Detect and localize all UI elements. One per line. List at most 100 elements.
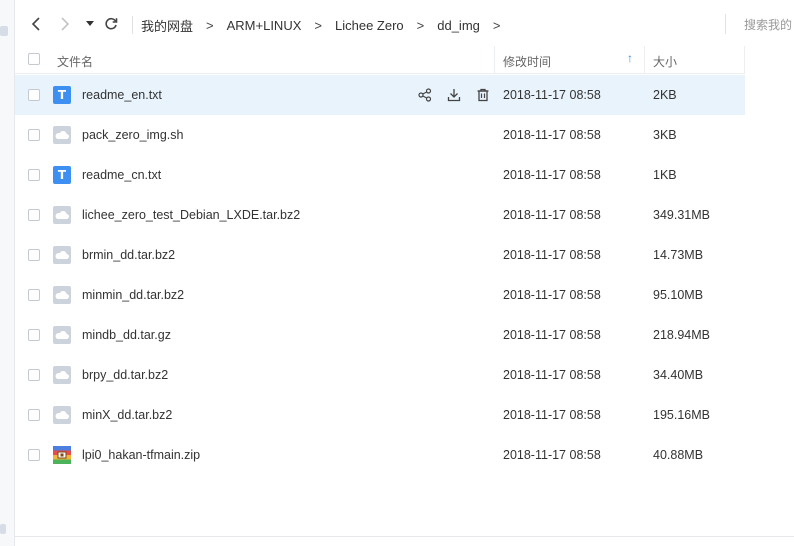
file-row[interactable]: minX_dd.tar.bz2 2018-11-17 08:58 195.16MB [15, 395, 745, 435]
search-placeholder: 搜索我的 [744, 18, 793, 32]
row-checkbox[interactable] [28, 369, 40, 381]
file-row[interactable]: brpy_dd.tar.bz2 2018-11-17 08:58 34.40MB [15, 355, 745, 395]
caret-down-icon [86, 21, 94, 26]
column-header-modified[interactable]: 修改时间 [503, 53, 551, 70]
row-checkbox[interactable] [28, 169, 40, 181]
delete-button[interactable] [473, 86, 493, 104]
file-name[interactable]: pack_zero_img.sh [82, 128, 183, 142]
row-checkbox[interactable] [28, 249, 40, 261]
sidebar-fragment [0, 26, 8, 36]
file-row[interactable]: lichee_zero_test_Debian_LXDE.tar.bz2 2018… [15, 195, 745, 235]
generic-file-icon [53, 366, 71, 384]
file-list: Treadme_en.txt 2018-11-17 08:58 2KB pack_ze… [15, 75, 745, 475]
toolbar-divider [132, 16, 133, 34]
search-input[interactable]: 搜索我的 [725, 14, 794, 34]
file-modified-time: 2018-11-17 08:58 [503, 168, 601, 182]
chevron-left-icon [31, 17, 40, 31]
navigation-bar: 我的网盘 > ARM+LINUX > Lichee Zero > dd_img … [15, 0, 794, 48]
breadcrumb-item-dd-img[interactable]: dd_img [437, 18, 480, 33]
file-name[interactable]: lichee_zero_test_Debian_LXDE.tar.bz2 [82, 208, 300, 222]
file-size: 95.10MB [653, 288, 704, 302]
row-checkbox[interactable] [28, 449, 40, 461]
file-row[interactable]: brmin_dd.tar.bz2 2018-11-17 08:58 14.73MB [15, 235, 745, 275]
file-row[interactable]: lpi0_hakan-tfmain.zip 2018-11-17 08:58 40.… [15, 435, 745, 475]
file-modified-time: 2018-11-17 08:58 [503, 448, 601, 462]
file-size: 40.88MB [653, 448, 704, 462]
back-button[interactable] [26, 14, 46, 34]
file-modified-time: 2018-11-17 08:58 [503, 88, 601, 102]
select-all-checkbox[interactable] [28, 53, 40, 65]
file-modified-time: 2018-11-17 08:58 [503, 328, 601, 342]
file-size: 34.40MB [653, 368, 704, 382]
breadcrumb-separator: > [206, 17, 214, 33]
breadcrumb-item-lichee-zero[interactable]: Lichee Zero [335, 18, 404, 33]
file-size: 1KB [653, 168, 677, 182]
file-modified-time: 2018-11-17 08:58 [503, 208, 601, 222]
row-checkbox[interactable] [28, 329, 40, 341]
breadcrumb-separator: > [416, 17, 425, 33]
file-table-header: 文件名 修改时间 ↑ 大小 [15, 46, 794, 74]
generic-file-icon [53, 326, 71, 344]
file-modified-time: 2018-11-17 08:58 [503, 248, 601, 262]
column-header-size[interactable]: 大小 [653, 53, 677, 70]
left-sidebar-edge [0, 0, 15, 546]
file-row[interactable]: minmin_dd.tar.bz2 2018-11-17 08:58 95.10MB [15, 275, 745, 315]
generic-file-icon [53, 246, 71, 264]
file-name[interactable]: readme_en.txt [82, 88, 162, 102]
row-checkbox[interactable] [28, 409, 40, 421]
share-icon [418, 88, 432, 102]
breadcrumb: 我的网盘 > ARM+LINUX > Lichee Zero > dd_img … [141, 16, 513, 34]
breadcrumb-item-arm-linux[interactable]: ARM+LINUX [227, 18, 302, 33]
row-checkbox[interactable] [28, 209, 40, 221]
column-divider [744, 46, 745, 74]
text-file-icon: T [53, 166, 71, 184]
file-name[interactable]: brpy_dd.tar.bz2 [82, 368, 168, 382]
breadcrumb-separator: > [314, 17, 322, 33]
chevron-right-icon [61, 17, 70, 31]
file-size: 195.16MB [653, 408, 710, 422]
refresh-button[interactable] [101, 14, 121, 34]
column-divider [644, 46, 645, 74]
file-size: 14.73MB [653, 248, 704, 262]
file-row[interactable]: mindb_dd.tar.gz 2018-11-17 08:58 218.94MB [15, 315, 745, 355]
row-checkbox[interactable] [28, 289, 40, 301]
generic-file-icon [53, 406, 71, 424]
generic-file-icon [53, 126, 71, 144]
file-modified-time: 2018-11-17 08:58 [503, 128, 601, 142]
sidebar-fragment [0, 524, 6, 534]
file-row[interactable]: Treadme_cn.txt 2018-11-17 08:58 1KB [15, 155, 745, 195]
header-divider [15, 73, 745, 74]
file-size: 2KB [653, 88, 677, 102]
breadcrumb-item-root[interactable]: 我的网盘 [141, 16, 193, 35]
file-row[interactable]: Treadme_en.txt 2018-11-17 08:58 2KB [15, 75, 745, 115]
file-size: 349.31MB [653, 208, 710, 222]
row-checkbox[interactable] [28, 89, 40, 101]
file-name[interactable]: brmin_dd.tar.bz2 [82, 248, 175, 262]
text-file-icon: T [53, 86, 71, 104]
download-button[interactable] [444, 86, 464, 104]
share-button[interactable] [415, 86, 435, 104]
history-dropdown-button[interactable] [84, 14, 96, 34]
generic-file-icon [53, 286, 71, 304]
generic-file-icon [53, 206, 71, 224]
file-name[interactable]: minX_dd.tar.bz2 [82, 408, 172, 422]
row-checkbox[interactable] [28, 129, 40, 141]
file-name[interactable]: mindb_dd.tar.gz [82, 328, 171, 342]
file-row[interactable]: pack_zero_img.sh 2018-11-17 08:58 3KB [15, 115, 745, 155]
forward-button[interactable] [55, 14, 75, 34]
column-divider [494, 46, 495, 74]
file-modified-time: 2018-11-17 08:58 [503, 408, 601, 422]
file-modified-time: 2018-11-17 08:58 [503, 368, 601, 382]
breadcrumb-separator: > [492, 17, 501, 33]
download-icon [447, 89, 461, 102]
file-name[interactable]: minmin_dd.tar.bz2 [82, 288, 184, 302]
file-size: 218.94MB [653, 328, 710, 342]
sort-ascending-icon[interactable]: ↑ [627, 51, 633, 65]
file-name[interactable]: readme_cn.txt [82, 168, 161, 182]
column-header-name[interactable]: 文件名 [57, 53, 93, 70]
file-size: 3KB [653, 128, 677, 142]
archive-file-icon [53, 446, 71, 464]
status-divider [15, 536, 794, 537]
file-name[interactable]: lpi0_hakan-tfmain.zip [82, 448, 200, 462]
file-modified-time: 2018-11-17 08:58 [503, 288, 601, 302]
